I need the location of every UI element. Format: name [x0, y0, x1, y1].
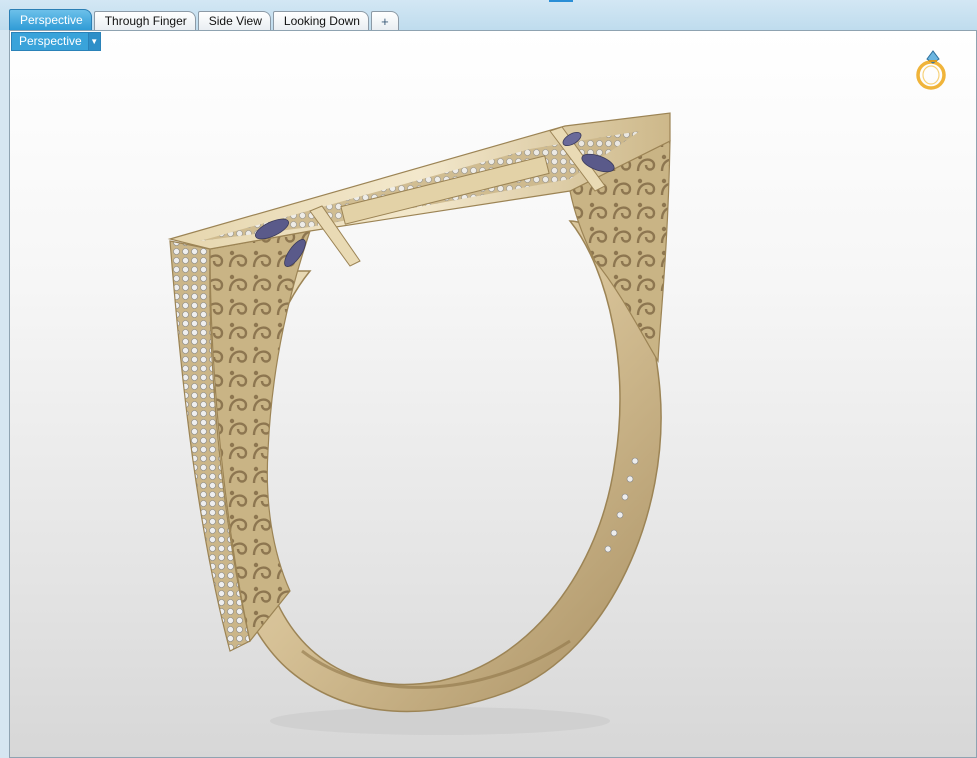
tab-through-finger[interactable]: Through Finger	[93, 11, 196, 30]
bracelet-model[interactable]	[10, 31, 976, 757]
view-tabs: Perspective Through Finger Side View Loo…	[9, 9, 401, 30]
window-top-marker	[549, 0, 573, 2]
viewport-label: Perspective	[19, 34, 82, 48]
tab-looking-down[interactable]: Looking Down	[272, 11, 369, 30]
model-shadow	[270, 707, 610, 735]
viewport-tabbar: Perspective Through Finger Side View Loo…	[0, 0, 977, 30]
add-tab-button[interactable]: +	[370, 11, 399, 30]
ring-logo-icon[interactable]	[913, 41, 953, 91]
viewport-label-button[interactable]: Perspective ▼	[11, 32, 101, 51]
left-panel-edge	[0, 30, 9, 758]
caret-down-icon[interactable]: ▼	[87, 33, 100, 50]
tab-side-view[interactable]: Side View	[197, 11, 271, 30]
3d-viewport[interactable]: Perspective ▼	[9, 30, 977, 758]
tab-perspective[interactable]: Perspective	[9, 9, 92, 30]
